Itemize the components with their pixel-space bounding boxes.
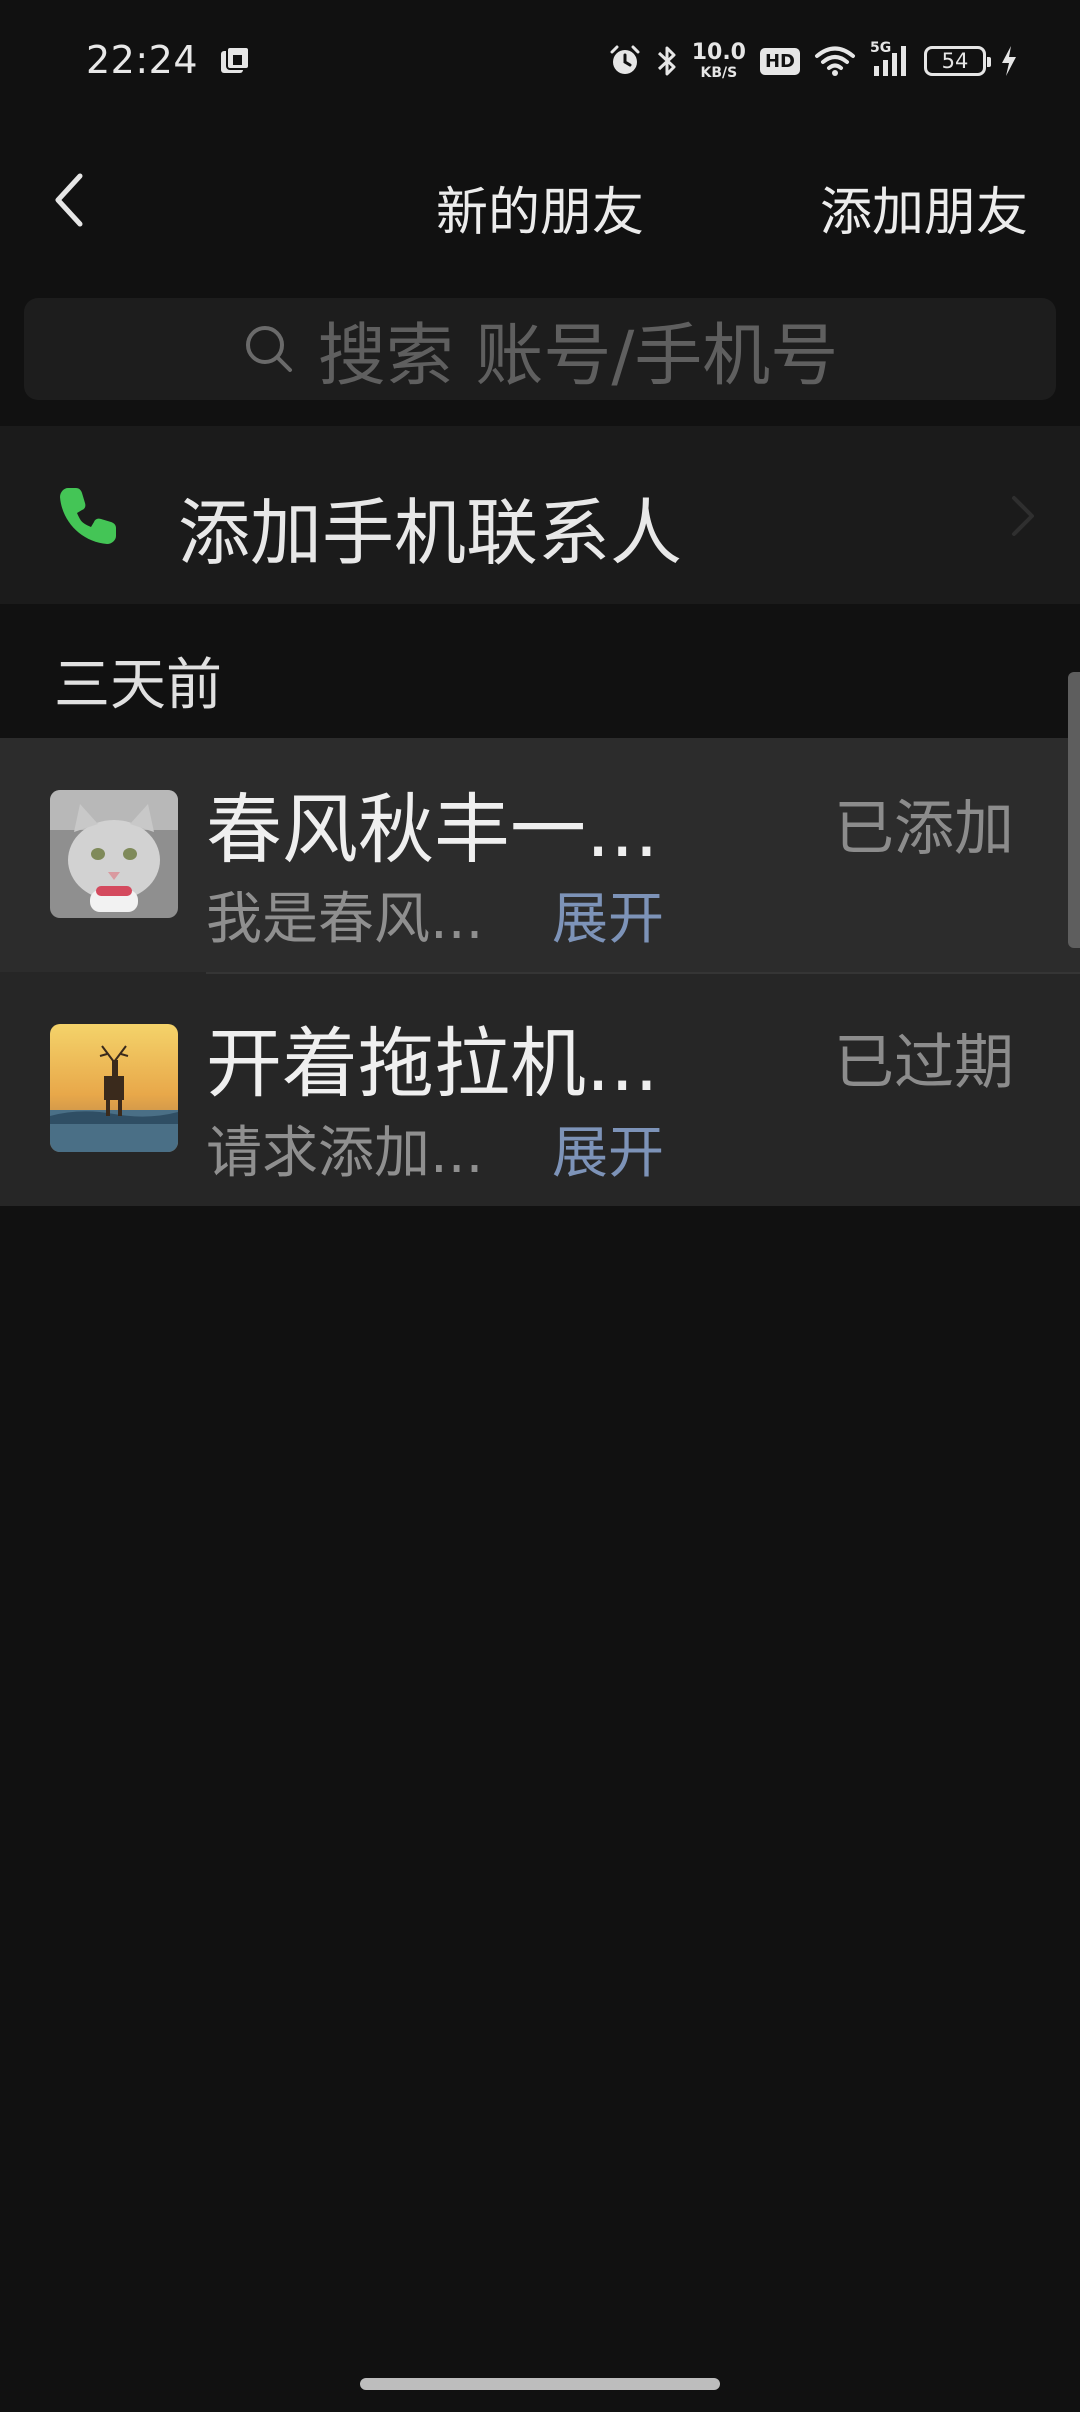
screen: 22:24 10.0 KB/S HD 5G 54 新的朋友 添加朋友 搜索 账号… — [0, 0, 1080, 2412]
network-speed-value: 10.0 — [691, 40, 746, 65]
section-header: 三天前 — [54, 653, 222, 718]
cell-signal-icon: 5G — [870, 40, 910, 78]
alarm-icon — [608, 44, 642, 78]
bluetooth-icon — [656, 43, 678, 79]
home-indicator[interactable] — [360, 2378, 720, 2390]
request-status: 已添加 — [834, 794, 1014, 864]
search-placeholder: 搜索 账号/手机号 — [317, 316, 839, 396]
status-bar: 22:24 10.0 KB/S HD 5G 54 — [0, 0, 1080, 120]
phone-icon — [60, 488, 116, 544]
requester-name: 开着拖拉机... — [206, 1019, 659, 1108]
search-icon — [245, 326, 292, 372]
network-speed-unit: KB/S — [700, 65, 738, 81]
battery-level: 54 — [941, 49, 969, 73]
friend-request-item[interactable]: 开着拖拉机... 请求添加... 展开 已过期 — [0, 972, 1080, 1206]
avatar[interactable] — [50, 1024, 178, 1152]
signal-label: 5G — [870, 40, 892, 56]
friend-request-item[interactable]: 春风秋丰一... 我是春风... 展开 已添加 — [0, 738, 1080, 972]
add-phone-contacts-label: 添加手机联系人 — [178, 491, 683, 575]
friend-request-list: 春风秋丰一... 我是春风... 展开 已添加 开着拖拉机... 请求添加...… — [0, 738, 1080, 1206]
add-phone-contacts-row[interactable]: 添加手机联系人 — [0, 426, 1080, 604]
requester-name: 春风秋丰一... — [206, 785, 659, 874]
header: 新的朋友 添加朋友 — [0, 140, 1080, 260]
hd-badge: HD — [759, 47, 800, 75]
search-input[interactable]: 搜索 账号/手机号 — [24, 298, 1056, 400]
charging-icon — [1000, 44, 1018, 78]
request-note: 我是春风... — [206, 887, 484, 952]
chevron-right-icon — [1012, 496, 1034, 536]
request-note: 请求添加... — [206, 1121, 484, 1186]
status-time: 22:24 — [86, 38, 199, 82]
avatar[interactable] — [50, 790, 178, 918]
expand-link[interactable]: 展开 — [552, 1108, 664, 1189]
wifi-icon — [814, 44, 856, 78]
expand-link[interactable]: 展开 — [552, 874, 664, 955]
request-status: 已过期 — [834, 1028, 1014, 1098]
network-speed: 10.0 KB/S — [691, 40, 746, 81]
app-notification-icon — [218, 44, 252, 78]
battery-indicator: 54 — [924, 46, 991, 76]
status-icons: 10.0 KB/S HD 5G 54 — [608, 36, 1018, 86]
scrollbar-thumb[interactable] — [1068, 672, 1080, 948]
add-friend-button[interactable]: 添加朋友 — [820, 170, 1028, 245]
